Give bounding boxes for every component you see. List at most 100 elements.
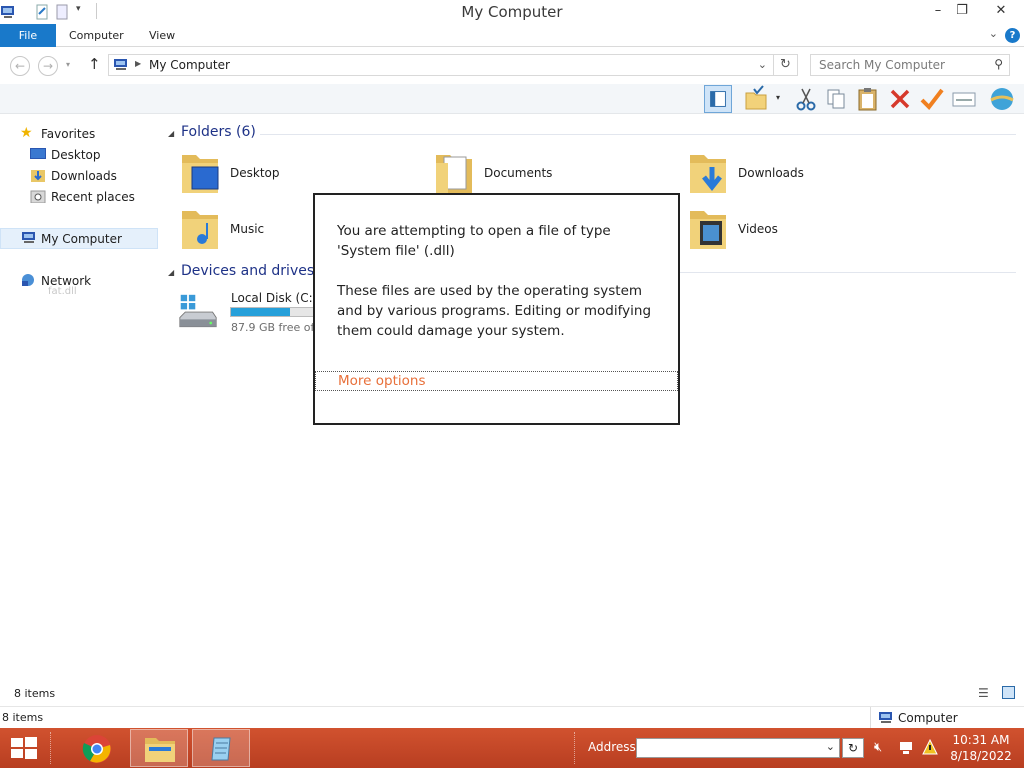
address-toolbar-label: Address [588, 740, 636, 754]
up-button[interactable]: ↑ [88, 55, 101, 73]
taskbar: Address ⌄ ↻ 🔇︎ 10:31 AM 8/18/2022 [0, 728, 1024, 768]
folder-label: Videos [738, 222, 778, 236]
folder-videos[interactable]: Videos [688, 205, 918, 255]
collapse-icon[interactable]: ◢ [168, 268, 174, 277]
folder-label: Desktop [230, 166, 280, 180]
chrome-icon [82, 735, 111, 763]
dialog-message-2: These files are used by the operating sy… [337, 283, 652, 339]
close-button[interactable]: ✕ [978, 0, 1024, 22]
address-row: ← → ▾ ↑ ▶ My Computer ⌄ ↻ ⚲ [0, 48, 1024, 84]
windows-start-icon[interactable] [10, 736, 38, 760]
desktop-icon [30, 148, 46, 159]
tab-file[interactable]: File [0, 24, 56, 47]
search-box: ⚲ [810, 54, 1010, 76]
address-dropdown-icon[interactable]: ⌄ [758, 58, 767, 71]
paste-icon[interactable] [854, 85, 882, 113]
select-icon[interactable] [742, 85, 770, 113]
delete-icon[interactable] [886, 85, 914, 113]
more-options-label: More options [338, 373, 426, 389]
refresh-button[interactable]: ↻ [774, 54, 798, 76]
large-icons-view-icon[interactable] [1002, 686, 1015, 699]
clock-time: 10:31 AM [952, 733, 1010, 747]
rename-check-icon[interactable] [918, 85, 946, 113]
folder-label: Downloads [738, 166, 804, 180]
nav-downloads-label: Downloads [51, 169, 117, 183]
recent-places-icon [30, 190, 46, 203]
copy-icon[interactable] [822, 85, 850, 113]
search-input[interactable] [819, 55, 989, 75]
drive-label: Local Disk (C:) [231, 291, 318, 305]
folder-documents[interactable]: Documents [434, 149, 664, 199]
restore-button[interactable]: ❐ [946, 0, 978, 22]
group-divider [260, 134, 1016, 135]
tab-view[interactable]: View [139, 24, 185, 47]
file-type-warning-dialog: You are attempting to open a file of typ… [313, 193, 680, 425]
taskbar-file-explorer[interactable] [130, 729, 188, 767]
network-status-icon[interactable] [898, 740, 914, 756]
status-divider [870, 707, 871, 729]
notepad-icon [211, 737, 231, 761]
downloads-folder-icon [690, 155, 726, 193]
more-options-link[interactable]: More options [315, 371, 678, 391]
select-dropdown-icon[interactable]: ▾ [776, 93, 780, 102]
nav-desktop-label: Desktop [51, 148, 101, 162]
globe-icon[interactable] [988, 85, 1016, 113]
nav-downloads[interactable]: Downloads [0, 165, 158, 186]
folder-icon [145, 738, 175, 762]
taskbar-address-input[interactable]: ⌄ [636, 738, 840, 758]
action-center-warning-icon[interactable] [922, 739, 938, 755]
cut-icon[interactable] [792, 85, 820, 113]
chevron-down-icon[interactable]: ⌄ [826, 740, 835, 753]
location-label: Computer [898, 711, 958, 725]
search-icon[interactable]: ⚲ [994, 57, 1003, 71]
taskbar-grip[interactable] [574, 732, 577, 764]
taskbar-notepad[interactable] [192, 729, 250, 767]
tab-computer[interactable]: Computer [59, 24, 134, 47]
secondary-status-bar: 8 items Computer [0, 706, 1024, 729]
folder-label: Music [230, 222, 265, 236]
preview-pane-icon[interactable] [704, 85, 732, 113]
documents-folder-icon [436, 155, 472, 193]
nav-favorites[interactable]: ★ Favorites [0, 123, 158, 144]
title-bar: ▾ My Computer – ❐ ✕ [0, 0, 1024, 24]
address-path: My Computer [149, 58, 230, 72]
computer-icon [22, 232, 35, 243]
nav-my-computer[interactable]: My Computer [0, 228, 158, 249]
help-button[interactable]: ? [1005, 28, 1020, 43]
item-count: 8 items [14, 687, 56, 700]
nav-desktop[interactable]: Desktop [0, 144, 158, 165]
videos-folder-icon [690, 211, 726, 249]
recent-locations-icon[interactable]: ▾ [66, 60, 70, 69]
clock[interactable]: 10:31 AM 8/18/2022 [948, 732, 1014, 764]
nav-network[interactable]: Network [0, 270, 158, 291]
dialog-message-1: You are attempting to open a file of typ… [337, 223, 611, 259]
folders-group-header[interactable]: Folders (6) [181, 124, 256, 140]
devices-group-header[interactable]: Devices and drives ( [181, 263, 324, 279]
drive-free-text: 87.9 GB free of 1 [231, 321, 325, 334]
taskbar-grip[interactable] [50, 732, 53, 764]
network-icon [22, 274, 34, 286]
command-toolbar: ▾ [0, 84, 1024, 114]
item-count-2: 8 items [2, 711, 44, 724]
navigation-pane: ★ Favorites Desktop Downloads Recent pla… [0, 114, 160, 682]
taskbar-refresh-button[interactable]: ↻ [842, 738, 864, 758]
taskbar-chrome[interactable] [68, 729, 126, 767]
address-bar[interactable]: ▶ My Computer ⌄ [108, 54, 774, 76]
back-button[interactable]: ← [10, 56, 30, 76]
expand-ribbon-icon[interactable]: ⌄ [989, 27, 998, 40]
nav-favorites-label: Favorites [41, 127, 96, 141]
volume-muted-icon[interactable]: 🔇︎ [874, 740, 882, 755]
folder-downloads[interactable]: Downloads [688, 149, 918, 199]
collapse-icon[interactable]: ◢ [168, 129, 174, 138]
nav-recent-places[interactable]: Recent places [0, 186, 158, 207]
folder-desktop[interactable]: Desktop [180, 149, 410, 199]
ribbon-tabs: File Computer View ⌄ ? [0, 24, 1024, 47]
forward-button[interactable]: → [38, 56, 58, 76]
properties-icon[interactable] [950, 85, 978, 113]
window-title: My Computer [461, 3, 563, 21]
local-disk-icon [179, 294, 217, 328]
nav-recent-label: Recent places [51, 190, 135, 204]
details-view-icon[interactable]: ☰ [978, 686, 989, 700]
star-icon: ★ [20, 125, 33, 141]
chevron-right-icon[interactable]: ▶ [135, 59, 141, 68]
